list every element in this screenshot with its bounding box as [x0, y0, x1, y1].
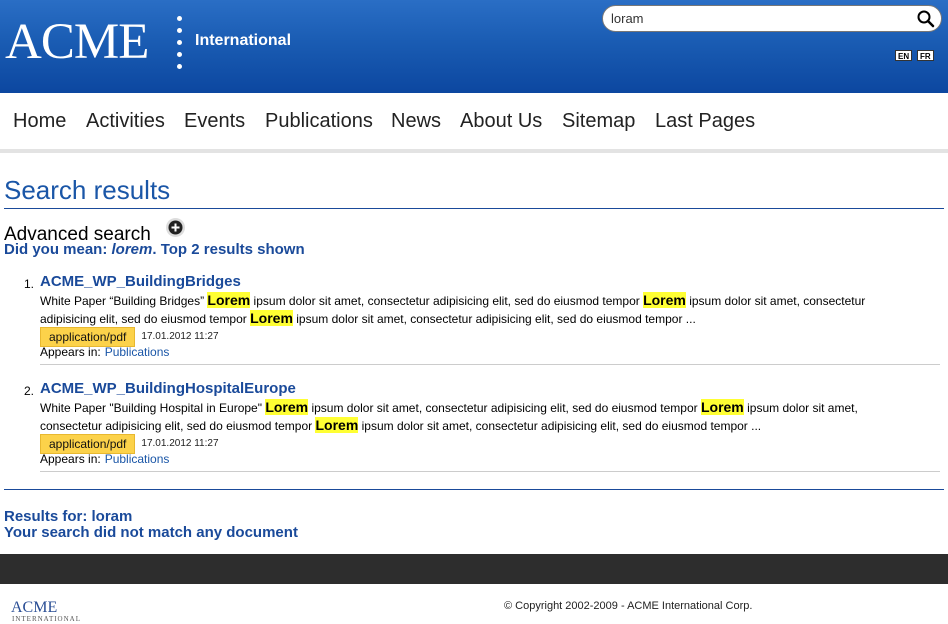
footer-band: [0, 554, 948, 584]
result-snippet: White Paper "Building Hospital in Europe…: [40, 399, 890, 435]
result-date: 17.01.2012 11:27: [141, 438, 219, 449]
no-match-text: Your search did not match any document: [4, 524, 298, 541]
result-number: 2.: [24, 384, 35, 398]
snippet-text: ipsum dolor sit amet, consectetur adipis…: [308, 401, 701, 415]
result-title-link[interactable]: ACME_WP_BuildingHospitalEurope: [40, 380, 296, 397]
site-logo[interactable]: ACME: [5, 12, 149, 72]
add-circle-icon[interactable]: [165, 217, 186, 238]
result-divider: [40, 364, 940, 365]
nav-home[interactable]: Home: [13, 110, 66, 133]
results-summary: Results for: loram Your search did not m…: [4, 509, 298, 541]
nav-last-pages[interactable]: Last Pages: [655, 110, 755, 133]
mime-type-badge: application/pdf: [40, 434, 136, 454]
did-you-mean: Did you mean: lorem. Top 2 results shown: [4, 241, 305, 258]
snippet-highlight: Lorem: [700, 399, 744, 415]
did-you-mean-prefix: Did you mean:: [4, 241, 112, 258]
title-divider: [4, 208, 944, 209]
result-appears-in: Appears in: Publications: [40, 345, 169, 359]
appears-in-label: Appears in:: [40, 345, 101, 359]
nav-sitemap[interactable]: Sitemap: [562, 110, 635, 133]
snippet-highlight: Lorem: [265, 399, 309, 415]
nav-about-us[interactable]: About Us: [460, 110, 542, 133]
snippet-text: ipsum dolor sit amet, consectetur adipis…: [292, 312, 696, 326]
snippet-text: White Paper "Building Hospital in Europe…: [40, 401, 266, 415]
footer-logo-subtitle: INTERNATIONAL: [12, 615, 81, 623]
snippet-highlight: Lorem: [207, 292, 251, 308]
result-meta: application/pdf 17.01.2012 11:27: [40, 327, 219, 347]
appears-in-link[interactable]: Publications: [105, 452, 170, 466]
language-fr-button[interactable]: FR: [917, 50, 934, 61]
results-divider: [4, 489, 944, 490]
mime-type-badge: application/pdf: [40, 327, 136, 347]
nav-news[interactable]: News: [391, 110, 441, 133]
appears-in-label: Appears in:: [40, 452, 101, 466]
result-title-link[interactable]: ACME_WP_BuildingBridges: [40, 273, 241, 290]
page-title: Search results: [4, 175, 171, 205]
logo-dots: [176, 16, 184, 76]
result-meta: application/pdf 17.01.2012 11:27: [40, 434, 219, 454]
search-icon[interactable]: [916, 9, 936, 29]
result-snippet: White Paper “Building Bridges” Lorem ips…: [40, 292, 890, 328]
result-appears-in: Appears in: Publications: [40, 452, 169, 466]
site-header: ACME International EN FR: [0, 0, 948, 93]
logo-subtitle: International: [195, 32, 292, 49]
appears-in-link[interactable]: Publications: [105, 345, 170, 359]
result-date: 17.01.2012 11:27: [141, 331, 219, 342]
results-for-text: Results for: loram: [4, 508, 133, 525]
did-you-mean-suffix: . Top 2 results shown: [152, 241, 305, 258]
snippet-text: ipsum dolor sit amet, consectetur adipis…: [358, 419, 762, 433]
result-divider: [40, 471, 940, 472]
snippet-highlight: Lorem: [315, 417, 359, 433]
snippet-text: White Paper “Building Bridges”: [40, 294, 208, 308]
snippet-highlight: Lorem: [250, 310, 293, 326]
search-input[interactable]: [611, 9, 901, 28]
nav-events[interactable]: Events: [184, 110, 245, 133]
search-box: [602, 5, 942, 32]
nav-activities[interactable]: Activities: [86, 110, 165, 133]
nav-publications[interactable]: Publications: [265, 110, 373, 133]
snippet-highlight: Lorem: [643, 292, 686, 308]
main-nav: Home Activities Events Publications News…: [0, 93, 948, 153]
did-you-mean-term[interactable]: lorem: [112, 241, 153, 258]
result-number: 1.: [24, 277, 35, 291]
copyright-text: © Copyright 2002-2009 - ACME Internation…: [504, 600, 753, 612]
snippet-text: ipsum dolor sit amet, consectetur adipis…: [250, 294, 644, 308]
language-en-button[interactable]: EN: [895, 50, 913, 61]
